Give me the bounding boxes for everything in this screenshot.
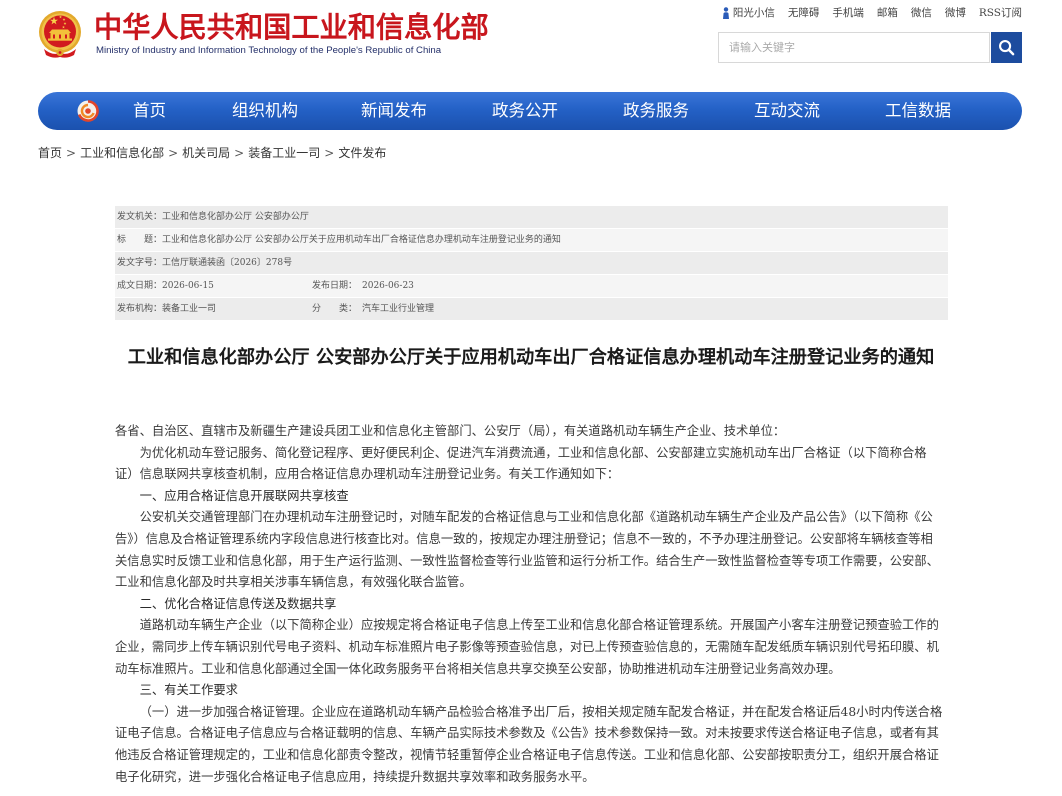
article-section-heading: 三、有关工作要求: [139, 683, 238, 698]
breadcrumb-home[interactable]: 首页: [38, 146, 62, 160]
nav-item-services[interactable]: 政务服务: [623, 92, 689, 130]
top-link-label: 阳光小信: [732, 7, 775, 19]
article-body: 各省、自治区、直辖市及新疆生产建设兵团工业和信息化主管部门、公安厅（局），有关道…: [115, 421, 953, 791]
nav-item-interaction[interactable]: 互动交流: [754, 92, 820, 130]
breadcrumb-separator: >: [324, 146, 335, 160]
nav-item-government-affairs[interactable]: 政务公开: [492, 92, 558, 130]
search-input[interactable]: [719, 33, 989, 62]
article-text-line: 为优化机动车登记服务、简化登记程序、更好便民利企、促进汽车消费流通，工业和信息化…: [139, 445, 927, 460]
meta-row-publisher: 发布机构： 装备工业一司 分 类： 汽车工业行业管理: [115, 298, 948, 320]
search-box: [718, 32, 990, 63]
article-text-line: 电子化研究，进一步强化合格证电子信息应用，持续提升数据共享效率和政务服务水平。: [115, 769, 595, 784]
article-text-line: 工业和信息化部及时共享相关涉事车辆信息，有效强化联合监管。: [115, 575, 472, 590]
nav-item-news[interactable]: 新闻发布: [361, 92, 427, 130]
top-utility-links: 阳光小信 无障碍 手机端 邮箱 微信 微博 RSS订阅: [722, 5, 1022, 21]
top-link-weibo[interactable]: 微博: [945, 5, 966, 21]
meta-label: 发布日期：: [312, 281, 358, 291]
meta-label: 成文日期：: [117, 281, 163, 291]
article-text-line: 企业，需同步上传车辆识别代号电子资料、机动车标准照片电子影像等预查验信息，对已上…: [115, 639, 939, 654]
article-text-line: 证电子信息。合格证电子信息应与合格证载明的信息、车辆产品实际技术参数及《公告》技…: [115, 726, 939, 741]
meta-label: 标 题：: [117, 235, 163, 245]
top-link-rss[interactable]: RSS订阅: [979, 5, 1022, 21]
nav-item-organization[interactable]: 组织机构: [232, 92, 298, 130]
article-section-heading: 二、优化合格证信息传送及数据共享: [139, 596, 337, 611]
search-icon: [999, 40, 1015, 56]
article-text-line: 关信息实时反馈工业和信息化部，用于生产运行监测、一致性监督检查等行业监管和运行分…: [115, 553, 939, 568]
breadcrumb-ministry[interactable]: 工业和信息化部: [80, 146, 164, 160]
article-text-line: 证）信息联网共享核查机制，应用合格证信息办理机动车注册登记业务。有关工作通知如下…: [115, 467, 620, 482]
meta-row-issuer: 发文机关： 工业和信息化部办公厅 公安部办公厅: [115, 206, 948, 228]
document-meta-table: 发文机关： 工业和信息化部办公厅 公安部办公厅 标 题： 工业和信息化部办公厅 …: [115, 206, 948, 320]
article-text-line: 公安机关交通管理部门在办理机动车注册登记时，对随车配发的合格证信息与工业和信息化…: [139, 510, 933, 525]
search-button[interactable]: [991, 32, 1022, 63]
meta-label: 发文机关：: [117, 212, 163, 222]
breadcrumb-separator: >: [66, 146, 77, 160]
meta-label: 发布机构：: [117, 304, 163, 314]
meta-value-written-date: 2026-06-15: [162, 281, 214, 291]
meta-value-category: 汽车工业行业管理: [362, 304, 435, 314]
breadcrumb-separator: >: [234, 146, 245, 160]
breadcrumb: 首页 > 工业和信息化部 > 机关司局 > 装备工业一司 > 文件发布: [38, 145, 386, 161]
meta-value-publish-date: 2026-06-23: [362, 281, 414, 291]
main-nav: 首页 组织机构 新闻发布 政务公开 政务服务 互动交流 工信数据: [38, 92, 1022, 130]
breadcrumb-equipment-dept[interactable]: 装备工业一司: [248, 146, 320, 160]
meta-value-doc-number: 工信厅联通装函〔2026〕278号: [162, 258, 293, 268]
miit-logo-icon[interactable]: [76, 99, 100, 123]
article-title: 工业和信息化部办公厅 公安部办公厅关于应用机动车出厂合格证信息办理机动车注册登记…: [127, 347, 935, 368]
site-title-en: Ministry of Industry and Information Tec…: [96, 45, 442, 56]
breadcrumb-departments[interactable]: 机关司局: [182, 146, 230, 160]
meta-row-title: 标 题： 工业和信息化部办公厅 公安部办公厅关于应用机动车出厂合格证信息办理机动…: [115, 229, 948, 251]
meta-label: 分 类：: [312, 304, 358, 314]
breadcrumb-separator: >: [168, 146, 179, 160]
top-link-mobile[interactable]: 手机端: [832, 5, 864, 21]
meta-label: 发文字号：: [117, 258, 163, 268]
meta-row-doc-number: 发文字号： 工信厅联通装函〔2026〕278号: [115, 252, 948, 274]
nav-item-data[interactable]: 工信数据: [885, 92, 951, 130]
site-logo[interactable]: 中华人民共和国工业和信息化部 Ministry of Industry and …: [36, 6, 498, 62]
breadcrumb-documents[interactable]: 文件发布: [338, 146, 386, 160]
top-link-sunshine[interactable]: 阳光小信: [722, 5, 775, 21]
meta-value-title: 工业和信息化部办公厅 公安部办公厅关于应用机动车出厂合格证信息办理机动车注册登记…: [162, 235, 561, 245]
article-text-line: 告》）信息及合格证管理系统内字段信息进行核查比对。信息一致的，按规定办理注册登记…: [115, 531, 933, 546]
top-link-mail[interactable]: 邮箱: [877, 5, 898, 21]
top-link-wechat[interactable]: 微信: [911, 5, 932, 21]
article-salutation: 各省、自治区、直辖市及新疆生产建设兵团工业和信息化主管部门、公安厅（局），有关道…: [115, 424, 786, 438]
national-emblem-icon: [39, 11, 81, 58]
article-section-heading: 一、应用合格证信息开展联网共享核查: [139, 488, 349, 503]
meta-value-issuer: 工业和信息化部办公厅 公安部办公厅: [162, 212, 309, 222]
article-text-line: 他违反合格证管理规定的，工业和信息化部责令整改，视情节轻重暂停企业合格证电子信息…: [115, 747, 939, 762]
top-link-accessibility[interactable]: 无障碍: [788, 5, 820, 21]
meta-row-dates: 成文日期： 2026-06-15 发布日期： 2026-06-23: [115, 275, 948, 297]
article-text-line: （一）进一步加强合格证管理。企业应在道路机动车辆产品检验合格准予出厂后，按相关规…: [139, 704, 943, 719]
person-icon: [722, 7, 729, 19]
site-title-cn: 中华人民共和国工业和信息化部: [94, 11, 489, 43]
article-text-line: 道路机动车辆生产企业（以下简称企业）应按规定将合格证电子信息上传至工业和信息化部…: [139, 618, 939, 633]
nav-item-home[interactable]: 首页: [133, 92, 166, 130]
article-text-line: 动车标准照片。工业和信息化部通过全国一体化政务服务平台将相关信息共享交换至公安部…: [115, 661, 841, 676]
meta-value-publisher: 装备工业一司: [162, 304, 217, 314]
